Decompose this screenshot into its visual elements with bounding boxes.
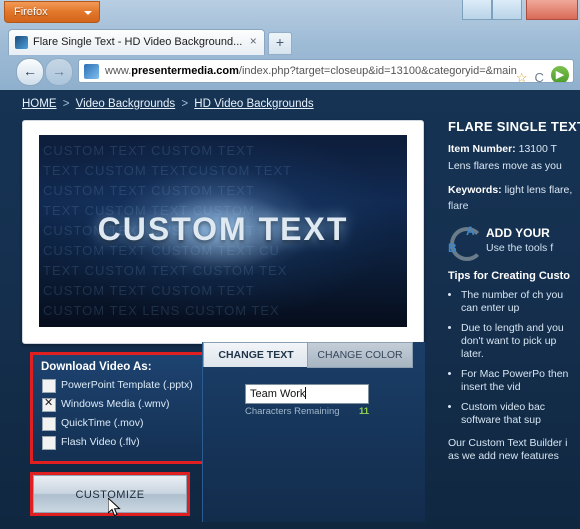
new-tab-button[interactable]: +	[268, 32, 292, 55]
checkbox-icon[interactable]	[42, 417, 56, 431]
window-close-button[interactable]	[526, 0, 578, 20]
download-options-box: Download Video As: PowerPoint Template (…	[30, 352, 210, 464]
add-your-text-promo: A B ADD YOUR Use the tools f	[448, 224, 580, 261]
page-content: HOME > Video Backgrounds > HD Video Back…	[0, 90, 580, 529]
custom-text-input[interactable]: Team Work	[245, 384, 369, 404]
navigation-bar: ← → www.presentermedia.com/index.php?tar…	[0, 55, 580, 89]
matrix-row: CUSTOM TEXT CUSTOM TEXT	[43, 283, 255, 298]
list-item: Due to length and you don't want to pick…	[461, 322, 580, 361]
footer-note: Our Custom Text Builder i as we add new …	[448, 437, 568, 462]
bookmark-star-icon[interactable]: ☆	[516, 66, 528, 82]
browser-chrome: Firefox Flare Single Text - HD Video Bac…	[0, 0, 580, 91]
url-host: presentermedia.com	[131, 65, 239, 77]
checkbox-icon[interactable]	[42, 379, 56, 393]
details-column: FLARE SINGLE TEXT Item Number: 13100 T L…	[448, 120, 580, 463]
matrix-row: CUSTOM TEXT CUSTOM TEXT	[43, 143, 255, 158]
item-number-label: Item Number:	[448, 143, 516, 155]
text-editor-tabs: CHANGE TEXT CHANGE COLOR	[203, 342, 425, 368]
breadcrumb-separator: >	[181, 98, 189, 110]
download-options-title: Download Video As:	[41, 361, 152, 373]
shield-icon[interactable]: C	[535, 66, 544, 82]
checkbox-icon[interactable]	[42, 436, 56, 450]
download-option-label: Flash Video (.flv)	[61, 436, 140, 448]
firefox-menu-button[interactable]: Firefox	[4, 1, 100, 23]
breadcrumb: HOME > Video Backgrounds > HD Video Back…	[22, 98, 314, 110]
text-caret	[305, 387, 307, 399]
list-item: For Mac PowerPo then insert the vid	[461, 368, 580, 394]
site-identity-icon	[84, 64, 99, 79]
keywords-line: Keywords: light lens flare,	[448, 183, 580, 197]
download-option-flv[interactable]: Flash Video (.flv)	[41, 435, 199, 454]
download-options-inner: Download Video As: PowerPoint Template (…	[33, 355, 207, 461]
tab-change-text[interactable]: CHANGE TEXT	[203, 342, 309, 367]
item-number-line: Item Number: 13100 T	[448, 142, 580, 156]
download-option-pptx[interactable]: PowerPoint Template (.pptx)	[41, 378, 199, 397]
item-description: Lens flares move as you	[448, 160, 562, 172]
video-preview[interactable]: CUSTOM TEXT CUSTOM TEXT TEXT CUSTOM TEXT…	[39, 135, 407, 327]
window-minimize-button[interactable]	[462, 0, 492, 20]
letter-b-icon: B	[448, 241, 457, 255]
page-title: FLARE SINGLE TEXT	[448, 119, 580, 134]
item-number-trailing: T	[550, 143, 557, 155]
download-option-label: PowerPoint Template (.pptx)	[61, 379, 193, 391]
checkbox-checked-icon[interactable]	[42, 397, 56, 412]
characters-remaining-label: Characters Remaining	[245, 406, 340, 417]
url-path: /index.php?target=closeup&id=13100&categ…	[238, 65, 517, 77]
list-item: Custom video bac software that sup	[461, 401, 580, 427]
video-main-text: CUSTOM TEXT	[97, 211, 349, 247]
title-bar: Firefox	[0, 0, 580, 26]
matrix-row: CUSTOM TEX LENS CUSTOM TEX	[43, 303, 280, 318]
tab-change-color[interactable]: CHANGE COLOR	[307, 342, 413, 368]
url-prefix: www.	[105, 65, 132, 77]
characters-remaining-count: 11	[359, 406, 370, 417]
preview-panel: CUSTOM TEXT CUSTOM TEXT TEXT CUSTOM TEXT…	[22, 120, 424, 344]
address-bar-icons: ☆ C ▶	[512, 66, 569, 82]
item-number-value: 13100	[518, 143, 548, 155]
breadcrumb-item-video-backgrounds[interactable]: Video Backgrounds	[76, 98, 176, 110]
keywords-values: light lens flare,	[504, 184, 573, 196]
tips-title: Tips for Creating Custo	[448, 270, 571, 282]
go-arrow-icon[interactable]: ▶	[551, 66, 569, 82]
close-icon[interactable]: ×	[247, 35, 259, 48]
breadcrumb-separator: >	[62, 98, 70, 110]
favicon-icon	[15, 36, 28, 49]
browser-tab-title: Flare Single Text - HD Video Background.…	[33, 36, 243, 48]
mouse-cursor	[108, 498, 121, 517]
download-option-wmv[interactable]: Windows Media (.wmv)	[41, 397, 199, 416]
custom-text-value: Team Work	[250, 388, 306, 400]
window-maximize-button[interactable]	[492, 0, 522, 20]
keywords-label: Keywords:	[448, 184, 502, 196]
browser-tab[interactable]: Flare Single Text - HD Video Background.…	[8, 29, 266, 55]
tips-list: The number of ch you can enter up Due to…	[448, 289, 580, 427]
download-option-label: QuickTime (.mov)	[61, 417, 144, 429]
keywords-values-more: flare	[448, 200, 469, 212]
firefox-menu-label: Firefox	[14, 6, 48, 18]
browser-window: Firefox Flare Single Text - HD Video Bac…	[0, 0, 580, 529]
list-item: The number of ch you can enter up	[461, 289, 580, 315]
abc-swap-icon: A B	[448, 224, 484, 261]
chevron-down-icon	[84, 11, 92, 15]
breadcrumb-item-hd-video-backgrounds[interactable]: HD Video Backgrounds	[194, 98, 313, 110]
promo-title: ADD YOUR	[486, 226, 550, 240]
address-bar[interactable]: www.presentermedia.com/index.php?target=…	[78, 59, 574, 83]
back-button[interactable]: ←	[16, 58, 44, 86]
download-option-mov[interactable]: QuickTime (.mov)	[41, 416, 199, 435]
letter-a-icon: A	[466, 224, 475, 238]
promo-subtitle: Use the tools f	[486, 242, 554, 254]
forward-button[interactable]: →	[45, 58, 73, 86]
matrix-row: TEXT CUSTOM TEXTCUSTOM TEXT	[43, 163, 292, 178]
download-option-label: Windows Media (.wmv)	[61, 398, 170, 410]
tab-strip: Flare Single Text - HD Video Background.…	[0, 26, 580, 55]
breadcrumb-item-home[interactable]: HOME	[22, 98, 57, 110]
text-editor-panel: CHANGE TEXT CHANGE COLOR Team Work Chara…	[202, 342, 425, 522]
